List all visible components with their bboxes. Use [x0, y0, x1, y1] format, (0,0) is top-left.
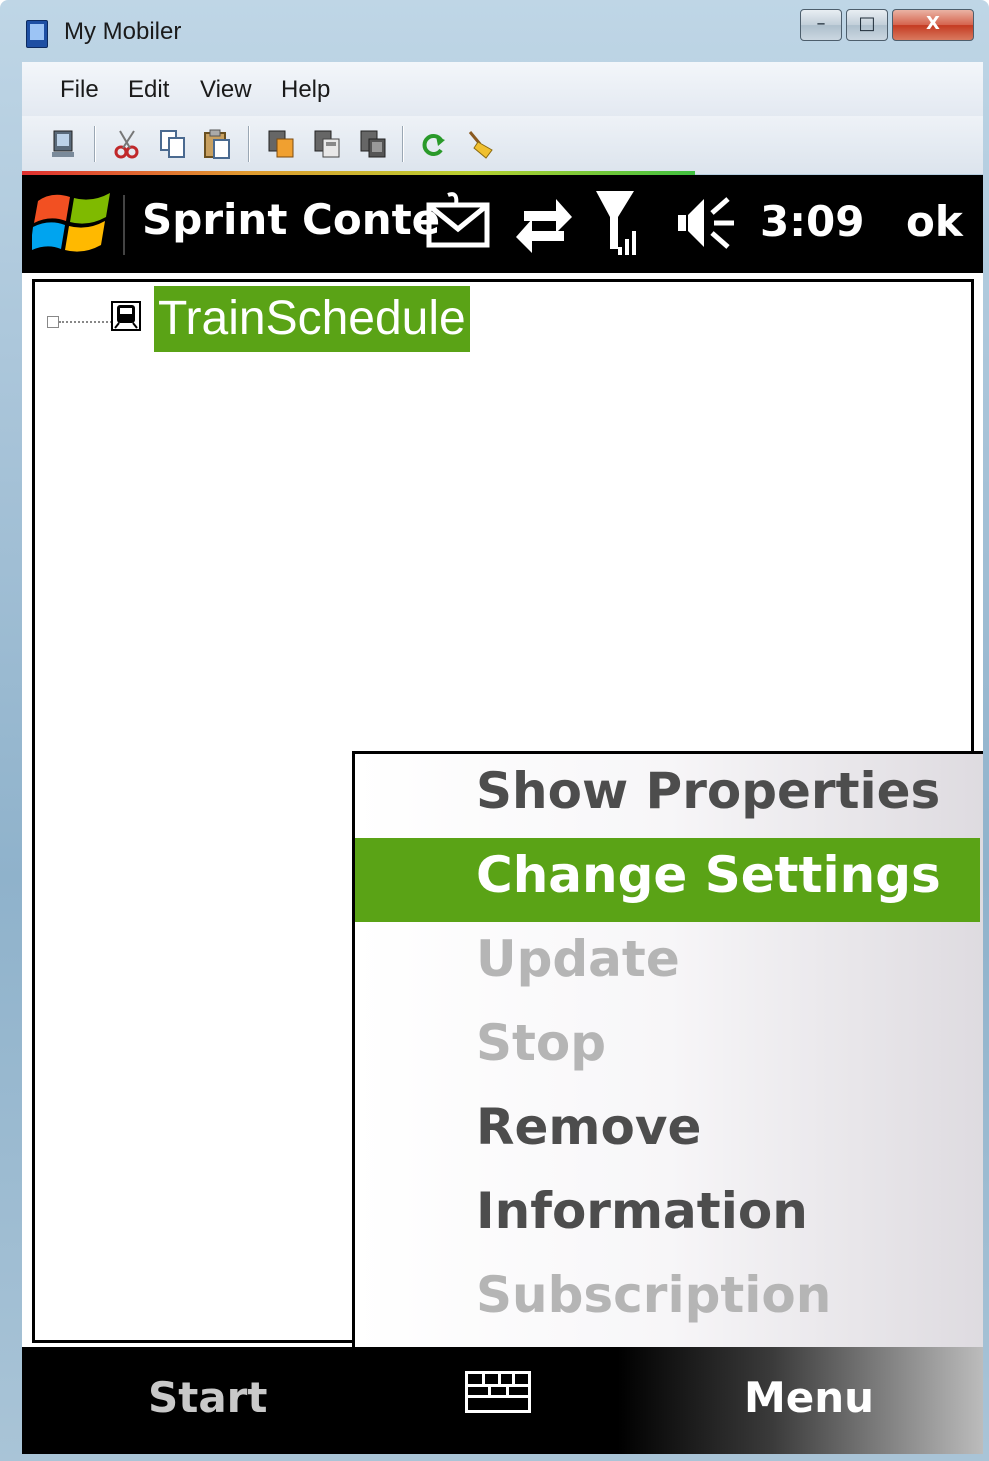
- tree-connector: [59, 321, 119, 323]
- copy-icon[interactable]: [158, 128, 188, 160]
- mobiler-window: My Mobiler – □ X File Edit View Help Spr…: [0, 0, 989, 1461]
- menu-item-label: Show Properties: [476, 762, 941, 820]
- menu-item-label: Remove: [476, 1098, 702, 1156]
- capture-icon[interactable]: [358, 128, 388, 160]
- menu-item-subscription: Subscription: [355, 1258, 980, 1342]
- toolbar-separator: [94, 126, 96, 162]
- menu-item-label: Information: [476, 1182, 808, 1240]
- menu-view[interactable]: View: [200, 76, 252, 104]
- toolbar-separator: [248, 126, 250, 162]
- menu-item-stop: Stop: [355, 1006, 980, 1090]
- ok-button[interactable]: ok: [906, 197, 963, 246]
- device-screen: Sprint Conte 3:09 ok TrainSchedule Show …: [22, 175, 983, 1454]
- title-bar[interactable]: My Mobiler – □ X: [0, 0, 989, 60]
- minimize-button[interactable]: –: [800, 9, 842, 41]
- app-icon: [26, 20, 48, 48]
- maximize-button[interactable]: □: [846, 9, 888, 41]
- menu-item-information[interactable]: Information: [355, 1174, 980, 1258]
- menu-item-label: Update: [476, 930, 680, 988]
- menu-item-remove[interactable]: Remove: [355, 1090, 980, 1174]
- refresh-icon[interactable]: [418, 128, 448, 160]
- volume-icon[interactable]: [676, 193, 738, 253]
- toolbar-separator: [402, 126, 404, 162]
- train-icon: [111, 301, 141, 331]
- menu-bar: File Edit View Help: [22, 62, 983, 117]
- menu-item-update: Update: [355, 922, 980, 1006]
- tree-node[interactable]: TrainSchedule: [47, 282, 547, 352]
- message-icon[interactable]: [426, 191, 492, 251]
- paste-icon[interactable]: [202, 128, 232, 160]
- close-button[interactable]: X: [892, 9, 974, 41]
- status-bar: Sprint Conte 3:09 ok: [22, 175, 983, 273]
- context-menu: Show Properties Change Settings Update S…: [352, 751, 983, 1353]
- cut-icon[interactable]: [112, 128, 142, 160]
- keyboard-icon[interactable]: [465, 1371, 531, 1413]
- menu-item-label: Stop: [476, 1014, 607, 1072]
- menu-help[interactable]: Help: [281, 76, 330, 104]
- copy-to-device-icon[interactable]: [266, 128, 296, 160]
- window-title: My Mobiler: [64, 18, 182, 45]
- data-sync-icon[interactable]: [514, 193, 574, 255]
- menu-edit[interactable]: Edit: [128, 76, 169, 104]
- signal-icon[interactable]: [594, 189, 640, 259]
- copy-from-device-icon[interactable]: [312, 128, 342, 160]
- menu-item-label: Change Settings: [476, 846, 941, 904]
- device-icon[interactable]: [48, 128, 78, 160]
- toolbar: [22, 116, 983, 174]
- tree-node-label[interactable]: TrainSchedule: [154, 286, 470, 352]
- menu-softkey[interactable]: Menu: [744, 1373, 874, 1422]
- clean-icon[interactable]: [466, 128, 496, 160]
- menu-item-show-properties[interactable]: Show Properties: [355, 754, 980, 838]
- status-separator: [123, 195, 125, 255]
- clock: 3:09: [760, 197, 865, 246]
- windows-start-icon[interactable]: [32, 187, 114, 259]
- softkey-bar: Start Menu: [22, 1347, 983, 1454]
- menu-item-label: Subscription: [476, 1266, 832, 1324]
- menu-item-change-settings[interactable]: Change Settings: [355, 838, 980, 922]
- tree-expander[interactable]: [47, 316, 59, 328]
- status-title: Sprint Conte: [142, 195, 441, 244]
- menu-file[interactable]: File: [60, 76, 99, 104]
- start-softkey[interactable]: Start: [148, 1373, 267, 1422]
